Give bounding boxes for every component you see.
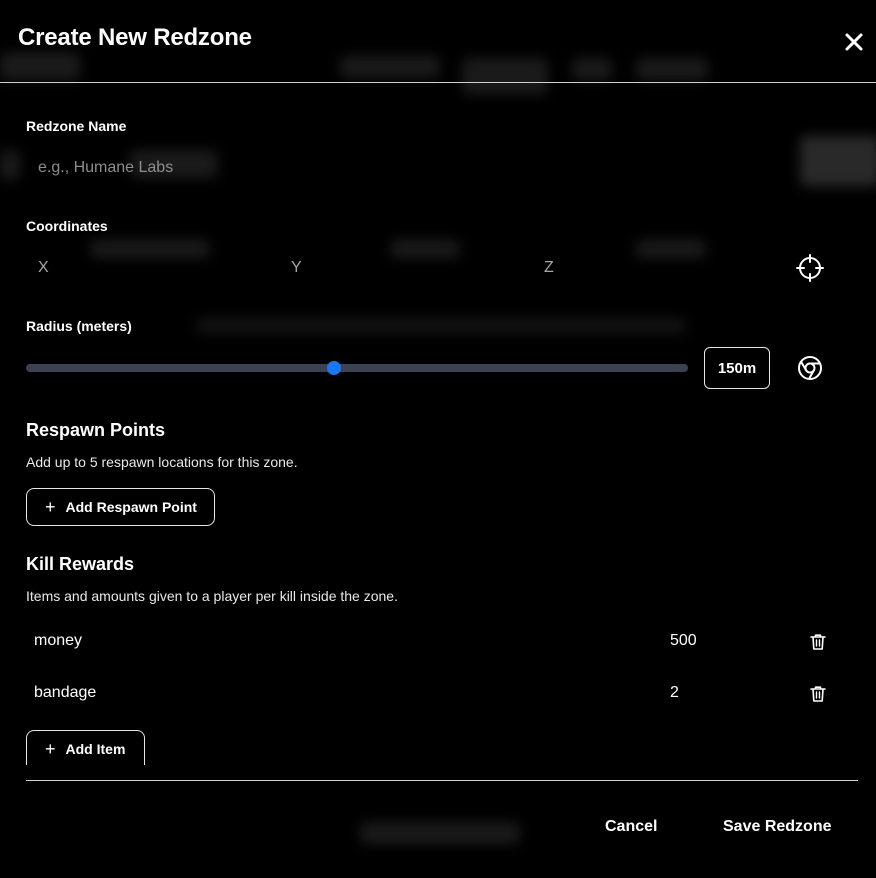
coordinates-label: Coordinates [26,218,108,234]
modal-header: Create New Redzone [0,0,876,83]
close-button[interactable] [840,28,868,56]
modal-title: Create New Redzone [18,24,252,51]
reward-item-amount[interactable]: 500 [670,632,697,650]
radius-label: Radius (meters) [26,318,132,334]
reward-item-name[interactable]: bandage [34,684,96,702]
plus-icon: + [45,497,56,517]
coordinate-y-input[interactable] [279,248,509,288]
redzone-name-input[interactable] [26,148,326,188]
use-current-position-button[interactable] [796,254,824,282]
background-blur [0,150,20,180]
add-item-label: Add Item [65,741,126,757]
trash-icon [810,686,826,702]
delete-reward-button[interactable] [808,632,828,652]
add-respawn-point-label: Add Respawn Point [65,499,197,515]
close-icon [845,33,863,51]
add-item-button[interactable]: + Add Item [26,730,145,765]
scroll-clip: + Add Item [0,725,876,765]
reward-item-amount[interactable]: 2 [670,684,679,702]
show-radius-button[interactable] [796,354,824,382]
add-respawn-point-button[interactable]: + Add Respawn Point [26,488,215,526]
respawn-points-description: Add up to 5 respawn locations for this z… [26,454,298,470]
footer-divider [26,780,858,781]
radius-slider-handle[interactable] [326,361,341,375]
reward-row: bandage 2 [26,674,856,714]
save-redzone-button[interactable]: Save Redzone [723,818,831,836]
create-redzone-modal: Create New Redzone Redzone Name Coordina… [0,0,876,878]
chrome-icon [798,356,822,380]
coordinate-x-input[interactable] [26,248,256,288]
trash-icon [810,634,826,650]
plus-icon: + [45,739,56,759]
crosshair-icon [796,254,824,282]
background-blur [196,318,686,334]
kill-rewards-description: Items and amounts given to a player per … [26,588,398,604]
background-blur [800,136,876,186]
background-blur [360,822,520,844]
radius-value-display: 150m [704,347,770,389]
radius-slider[interactable] [26,361,688,375]
kill-rewards-title: Kill Rewards [26,554,135,574]
delete-reward-button[interactable] [808,684,828,704]
reward-row: money 500 [26,622,856,662]
cancel-button[interactable]: Cancel [605,818,657,836]
reward-item-name[interactable]: money [34,632,82,650]
redzone-name-label: Redzone Name [26,118,127,134]
coordinate-z-input[interactable] [532,248,762,288]
respawn-points-title: Respawn Points [26,420,166,440]
